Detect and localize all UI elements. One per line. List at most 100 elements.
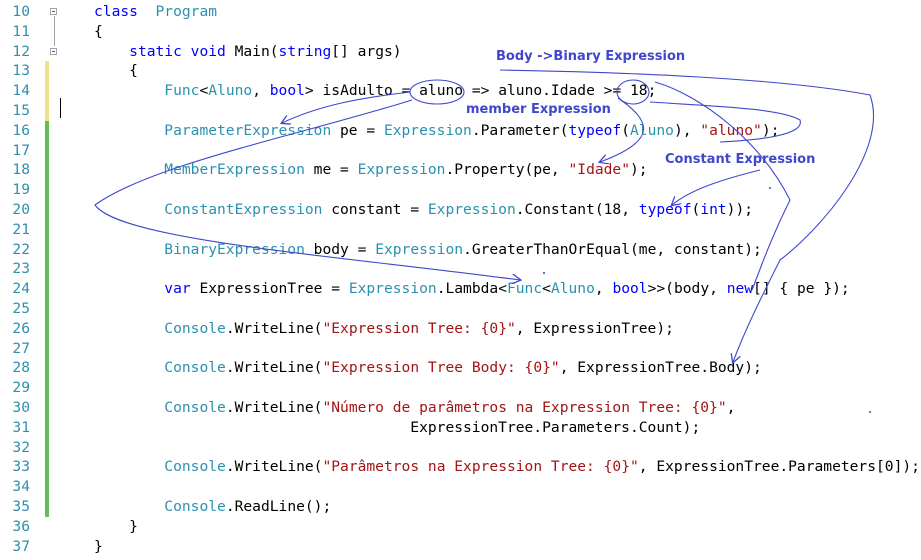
line-number: 20 (12, 201, 30, 218)
text-caret (60, 98, 61, 118)
type-token: ParameterExpression (164, 121, 332, 139)
fold-method-toggle[interactable] (50, 47, 57, 55)
line-number: 19 (12, 181, 30, 199)
code-token: ( (691, 201, 701, 218)
change-bar-saved (45, 219, 49, 240)
code-line[interactable]: 27 (0, 338, 921, 359)
code-token: >>(body, (647, 280, 727, 298)
code-line[interactable]: 31 ExpressionTree.Parameters.Count); (0, 417, 921, 438)
change-bar-saved (45, 239, 49, 260)
code-token: > isAdulto = aluno => aluno.Idade >= 18; (304, 82, 657, 100)
code-token: , (252, 82, 270, 100)
code-line[interactable]: 20 ConstantExpression constant = Express… (0, 200, 921, 220)
keyword-token: var (164, 280, 191, 298)
change-bar-saved (45, 180, 49, 200)
code-line[interactable]: 30 Console.WriteLine("Número de parâmetr… (0, 398, 921, 418)
line-number: 25 (12, 300, 30, 317)
change-bar-saved (45, 259, 49, 280)
type-token: Console (164, 498, 226, 515)
change-bar-unsaved (45, 81, 49, 101)
line-number: 27 (12, 339, 30, 357)
code-text: } (94, 517, 138, 537)
annotation-constant: Constant Expression (665, 152, 816, 167)
code-text: } (94, 537, 103, 557)
code-token: ExpressionTree = (190, 280, 349, 298)
code-line[interactable]: 11 { (0, 22, 921, 42)
change-bar-saved (45, 160, 49, 181)
change-bar-saved (45, 140, 49, 161)
code-line[interactable]: 32 (0, 437, 921, 458)
line-number: 14 (12, 82, 30, 100)
code-text: ExpressionTree.Parameters.Count); (94, 418, 700, 438)
code-token: [] { pe }); (753, 280, 850, 298)
code-line[interactable]: 23 (0, 259, 921, 280)
fold-class-toggle[interactable] (50, 8, 57, 15)
code-line[interactable]: 37} (0, 537, 921, 557)
code-token: ); (630, 161, 648, 179)
keyword-token: typeof (638, 201, 692, 218)
line-number: 12 (12, 42, 30, 60)
line-number: 24 (12, 280, 30, 298)
code-line[interactable]: 13 { (0, 61, 921, 82)
code-token: .Parameter( (471, 121, 569, 139)
change-bar-unsaved (45, 61, 49, 82)
code-line[interactable]: 34 (0, 477, 921, 497)
code-line[interactable]: 16 ParameterExpression pe = Expression.P… (0, 120, 921, 141)
code-line[interactable]: 14 Func<Aluno, bool> isAdulto = aluno =>… (0, 81, 921, 101)
code-line[interactable]: 24 var ExpressionTree = Expression.Lambd… (0, 279, 921, 299)
code-line[interactable]: 28 Console.WriteLine("Expression Tree Bo… (0, 358, 921, 379)
type-token: Expression (357, 161, 446, 179)
keyword-token: bool (269, 82, 305, 100)
code-token: .Property(pe, (445, 161, 569, 179)
code-line[interactable]: 12 static void Main(string[] args) (0, 42, 921, 62)
change-bar-saved (45, 358, 49, 379)
type-token: Console (164, 399, 226, 416)
line-number: 26 (12, 319, 30, 337)
keyword-token: string (278, 42, 332, 60)
code-token: < (199, 82, 209, 100)
annotation-body-binary: Body ->Binary Expression (496, 49, 686, 64)
change-bar-saved (45, 457, 49, 478)
code-line[interactable]: 19 (0, 180, 921, 200)
type-token: BinaryExpression (164, 240, 305, 258)
type-token: Program (155, 3, 218, 20)
code-line[interactable]: 33 Console.WriteLine("Parâmetros na Expr… (0, 457, 921, 478)
code-token: pe = (331, 121, 384, 139)
code-line[interactable]: 22 BinaryExpression body = Expression.Gr… (0, 239, 921, 260)
code-text: { (94, 22, 103, 42)
line-number: 31 (12, 418, 30, 436)
line-number: 16 (12, 121, 30, 139)
change-bar-saved (45, 417, 49, 438)
code-editor[interactable]: 10 class Program 11 {12 static void Main(st… (0, 0, 921, 560)
change-bar-saved (45, 378, 49, 398)
line-number: 10 (12, 3, 30, 20)
code-line[interactable]: 15 (0, 101, 921, 121)
line-number: 28 (12, 359, 30, 377)
code-line[interactable]: 35 Console.ReadLine(); (0, 497, 921, 517)
keyword-token: static (129, 42, 182, 60)
string-token: "Parâmetros na Expression Tree: {0}" (322, 458, 639, 476)
type-token: Func (506, 280, 543, 298)
type-token: Func (164, 82, 200, 100)
code-line[interactable]: 10 class Program (0, 2, 921, 22)
code-line[interactable]: 36 } (0, 517, 921, 537)
line-number: 34 (12, 478, 30, 496)
code-line[interactable]: 21 (0, 219, 921, 240)
code-token: .WriteLine( (225, 359, 323, 377)
code-line[interactable]: 26 Console.WriteLine("Expression Tree: {… (0, 318, 921, 339)
code-line[interactable]: 29 (0, 378, 921, 398)
code-line[interactable]: 25 (0, 299, 921, 319)
code-token: Main( (225, 42, 279, 60)
line-number: 36 (12, 517, 30, 535)
change-bar-saved (45, 279, 49, 299)
code-token: .Constant(18, (515, 201, 639, 218)
code-token: constant = (322, 201, 428, 218)
keyword-token: bool (612, 280, 648, 298)
